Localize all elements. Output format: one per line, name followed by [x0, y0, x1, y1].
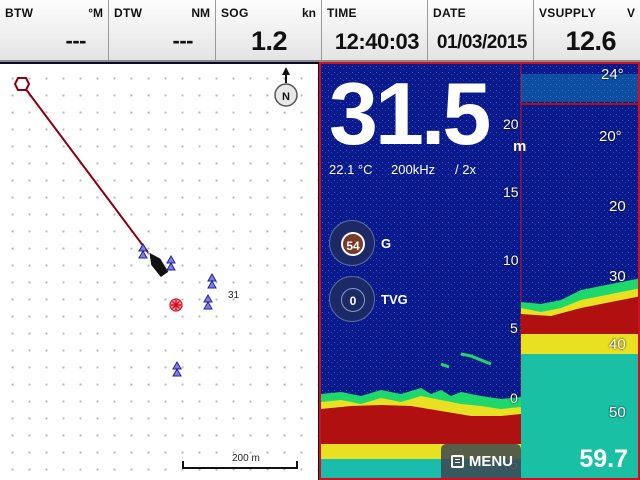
water-temp: 22.1 °C	[329, 162, 373, 177]
sog-unit: kn	[301, 6, 316, 20]
sog-label: SOG	[221, 6, 249, 20]
btw-cell[interactable]: BTW °M ---	[0, 0, 109, 60]
range-scale-15: 15	[503, 184, 519, 200]
chart-panel[interactable]: N 31 200 m	[0, 64, 318, 480]
zoom-scale-30: 30	[609, 268, 626, 285]
range-scale-5: 5	[510, 320, 518, 336]
zoom-scale-20deg: 20°	[599, 128, 622, 145]
gain-dial[interactable]: 54	[329, 220, 375, 266]
date-value: 01/03/2015	[436, 32, 528, 53]
time-cell[interactable]: TIME 12:40:03	[322, 0, 428, 60]
zoom-scale-40: 40	[609, 336, 626, 353]
range-scale-0: 0	[510, 390, 518, 406]
north-label: N	[282, 91, 290, 103]
dtw-label: DTW	[114, 6, 143, 20]
sog-value: 1.2	[250, 26, 288, 56]
time-label: TIME	[327, 6, 357, 20]
date-label: DATE	[433, 6, 466, 20]
time-value: 12:40:03	[334, 29, 420, 54]
zoom-scale-24: 24°	[601, 66, 624, 83]
gain-value: 54	[341, 232, 365, 256]
zoom-scale-20: 20	[609, 198, 626, 215]
btw-unit: °M	[88, 6, 103, 20]
vsupply-unit: V	[626, 6, 635, 20]
btw-value: ---	[65, 28, 87, 53]
depth-readout: 31.5	[329, 64, 491, 163]
waypoint-icon[interactable]	[13, 77, 31, 91]
depth-sounding-label: 31	[228, 290, 240, 301]
menu-label: MENU	[468, 453, 513, 470]
sog-cell[interactable]: SOG kn 1.2	[216, 0, 322, 60]
btw-label: BTW	[5, 6, 34, 20]
sonar-panel[interactable]: 31.5 m 22.1 °C 200kHz / 2x 54 G 0 TVG 20…	[319, 62, 640, 480]
gain-label: G	[381, 236, 392, 251]
hazard-icon[interactable]	[169, 298, 183, 312]
tvg-dial[interactable]: 0	[329, 276, 375, 322]
menu-button[interactable]: MENU	[441, 444, 521, 478]
vsupply-cell[interactable]: VSUPPLY V 12.6	[534, 0, 640, 60]
vsupply-value: 12.6	[565, 26, 616, 56]
depth-unit: m	[513, 138, 527, 155]
route-line	[21, 83, 157, 264]
dtw-value: ---	[172, 28, 194, 53]
chart-overlay: N	[13, 67, 298, 469]
scale-label: 200 m	[232, 453, 260, 464]
tvg-value: 0	[341, 288, 365, 312]
zoom-scale-50: 50	[609, 404, 626, 421]
vsupply-label: VSUPPLY	[539, 6, 597, 20]
menu-icon	[451, 455, 464, 468]
zoom-level: / 2x	[455, 162, 476, 177]
frequency: 200kHz	[391, 162, 436, 177]
instrument-data-bar: BTW °M --- DTW NM --- SOG kn 1.2 TIME 12…	[0, 0, 640, 62]
dtw-unit: NM	[191, 6, 210, 20]
dtw-cell[interactable]: DTW NM ---	[109, 0, 216, 60]
range-scale-10: 10	[503, 252, 519, 268]
bottom-readout: 59.7	[579, 445, 628, 473]
tvg-label: TVG	[381, 292, 408, 307]
range-scale-20: 20	[503, 116, 519, 132]
date-cell[interactable]: DATE 01/03/2015	[428, 0, 534, 60]
